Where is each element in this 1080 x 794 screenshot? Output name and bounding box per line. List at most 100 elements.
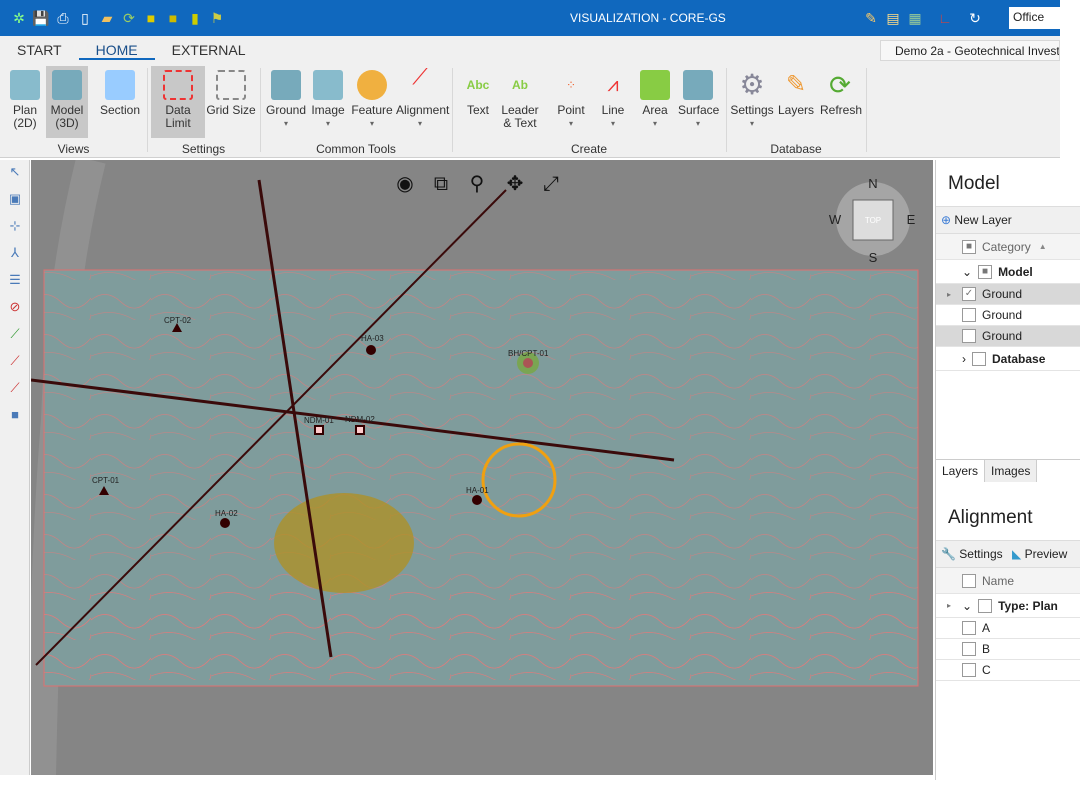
box-select-icon[interactable]: ▣ (5, 191, 25, 211)
text-button[interactable]: Abc Text (460, 66, 496, 138)
compass-top[interactable]: TOP (865, 216, 881, 225)
layers-tool-icon[interactable]: ☰ (5, 272, 25, 292)
settings-button[interactable]: ⚙ Settings ▾ (730, 66, 774, 138)
hide-icon[interactable]: ⊘ (5, 299, 25, 319)
alignment-row[interactable]: B (936, 639, 1080, 660)
area-icon (640, 70, 670, 100)
type-group-checkbox[interactable] (978, 598, 993, 613)
section-button[interactable]: Section (98, 66, 142, 138)
chart-icon[interactable]: ▮ (186, 9, 204, 27)
layer-checkbox[interactable] (962, 329, 976, 343)
axis-tool-icon[interactable]: ⅄ (5, 245, 25, 265)
label-cpt-02: CPT-02 (164, 316, 192, 325)
database-group-checkbox[interactable] (972, 351, 986, 366)
group-create: Create (570, 142, 608, 156)
line-icon: ⩘ (607, 74, 619, 96)
model-group-checkbox[interactable]: ■ (978, 264, 993, 279)
cube-icon[interactable]: ■ (142, 9, 160, 27)
tab-external[interactable]: EXTERNAL (155, 42, 263, 60)
name-column-header[interactable]: Name (982, 574, 1014, 588)
refresh-button[interactable]: ⟳ Refresh (820, 66, 862, 138)
plan-2d-button[interactable]: Plan (2D) (8, 66, 42, 138)
box-icon[interactable]: ■ (164, 9, 182, 27)
select-arrow-icon[interactable]: ↖ (5, 164, 25, 184)
zoom-window-icon[interactable]: ⧉ (429, 172, 453, 196)
alignment-row[interactable]: C (936, 660, 1080, 681)
label-ndm-01: NDM-01 (304, 416, 334, 425)
map-viewport[interactable]: CPT-02 CPT-01 HA-03 HA-02 HA-01 BH/CPT-0… (31, 160, 933, 775)
print-icon[interactable]: ⎙ (54, 9, 72, 27)
image-button[interactable]: Image ▾ (310, 66, 346, 138)
layers-button[interactable]: ✎ Layers (778, 66, 814, 138)
area-button[interactable]: Area ▾ (638, 66, 672, 138)
square-tool-icon[interactable]: ■ (5, 407, 25, 427)
line-tool-icon[interactable]: ⟋ (5, 326, 25, 346)
new-layer-button[interactable]: ⊕ New Layer (936, 206, 1080, 234)
open-icon[interactable]: ▰ (98, 9, 116, 27)
select-all-checkbox[interactable]: ■ (962, 239, 976, 254)
leader-text-button[interactable]: Ab Leader & Text (500, 66, 540, 138)
layer-checkbox[interactable] (962, 308, 976, 322)
new-icon[interactable]: ▯ (76, 9, 94, 27)
polyline-tool-icon[interactable]: ⟋ (5, 353, 25, 373)
layer-checkbox[interactable]: ✓ (962, 287, 976, 301)
clipboard-icon[interactable]: ▤ (884, 9, 902, 27)
tab-start[interactable]: START (0, 42, 79, 60)
app-icon[interactable]: ✲ (10, 9, 28, 27)
alignment-checkbox[interactable] (962, 621, 976, 635)
type-group-label: Type: Plan (998, 598, 1058, 613)
layer-row[interactable]: Ground (936, 305, 1080, 326)
model-3d-button[interactable]: Model (3D) (46, 66, 88, 138)
save-icon[interactable]: 💾 (32, 9, 50, 27)
orbit-eye-icon[interactable]: ◉ (393, 172, 417, 196)
alignment-button[interactable]: ⟋ Alignment ▾ (396, 64, 449, 138)
grid-size-icon (216, 70, 246, 100)
refresh-icon[interactable]: ⟳ (120, 9, 138, 27)
preview-button[interactable]: ◣ Preview (1012, 547, 1067, 561)
label-cpt-01: CPT-01 (92, 476, 120, 485)
line-button[interactable]: ⩘ Line ▾ (596, 66, 630, 138)
workspace-select[interactable]: Office (1009, 7, 1069, 29)
surface-button[interactable]: Surface ▾ (678, 66, 719, 138)
point-button[interactable]: ⁘ Point ▾ (554, 66, 588, 138)
flag-icon[interactable]: ⚑ (208, 9, 226, 27)
model-icon (52, 70, 82, 100)
alignment-settings-button[interactable]: 🔧 Settings (941, 547, 1003, 561)
data-limit-button[interactable]: Data Limit (151, 66, 205, 138)
document-tab[interactable]: Demo 2a - Geotechnical Investigation (880, 40, 1060, 61)
alignment-select-all-checkbox[interactable] (962, 573, 976, 588)
edit-icon[interactable]: ✎ (862, 9, 880, 27)
tab-home[interactable]: HOME (78, 42, 155, 60)
preview-icon: ◣ (1012, 547, 1022, 561)
data-limit-icon (163, 70, 193, 100)
zoom-extents-icon[interactable]: ⊹ (5, 218, 25, 238)
ground-button[interactable]: Ground ▾ (264, 66, 308, 138)
text-abc-icon: Abc (466, 78, 490, 92)
fit-extents-icon[interactable]: ⤢ (539, 172, 563, 196)
bh-cpt-01-marker (523, 358, 533, 368)
compass-e: E (907, 212, 916, 227)
label-ha-03: HA-03 (361, 334, 384, 343)
alignment-icon: ⟋ (412, 64, 428, 89)
alignment-checkbox[interactable] (962, 642, 976, 656)
layer-row[interactable]: ▸ ✓ Ground (936, 284, 1080, 305)
point-icon: ⁘ (565, 78, 577, 92)
alignment-checkbox[interactable] (962, 663, 976, 677)
compass-n: N (868, 176, 877, 191)
zoom-icon[interactable]: ⚲ (465, 172, 489, 196)
layer-row[interactable]: Ground (936, 326, 1080, 347)
category-column-header[interactable]: Category (982, 240, 1031, 254)
alignment-row[interactable]: A (936, 618, 1080, 639)
map-icon[interactable]: ▦ (906, 9, 924, 27)
grid-size-button[interactable]: Grid Size (206, 66, 256, 138)
window-title: VISUALIZATION - CORE-GS (570, 11, 726, 25)
tab-layers[interactable]: Layers (936, 460, 986, 482)
axis-icon[interactable]: ∟ (936, 9, 954, 27)
curve-tool-icon[interactable]: ⟋ (5, 380, 25, 400)
tab-images[interactable]: Images (985, 460, 1038, 482)
ndm-02-marker (355, 425, 365, 435)
pan-icon[interactable]: ✥ (503, 172, 527, 196)
feature-button[interactable]: Feature ▾ (350, 66, 394, 138)
sync-icon[interactable]: ↻ (966, 9, 984, 27)
map-canvas[interactable]: CPT-02 CPT-01 HA-03 HA-02 HA-01 BH/CPT-0… (31, 160, 933, 775)
